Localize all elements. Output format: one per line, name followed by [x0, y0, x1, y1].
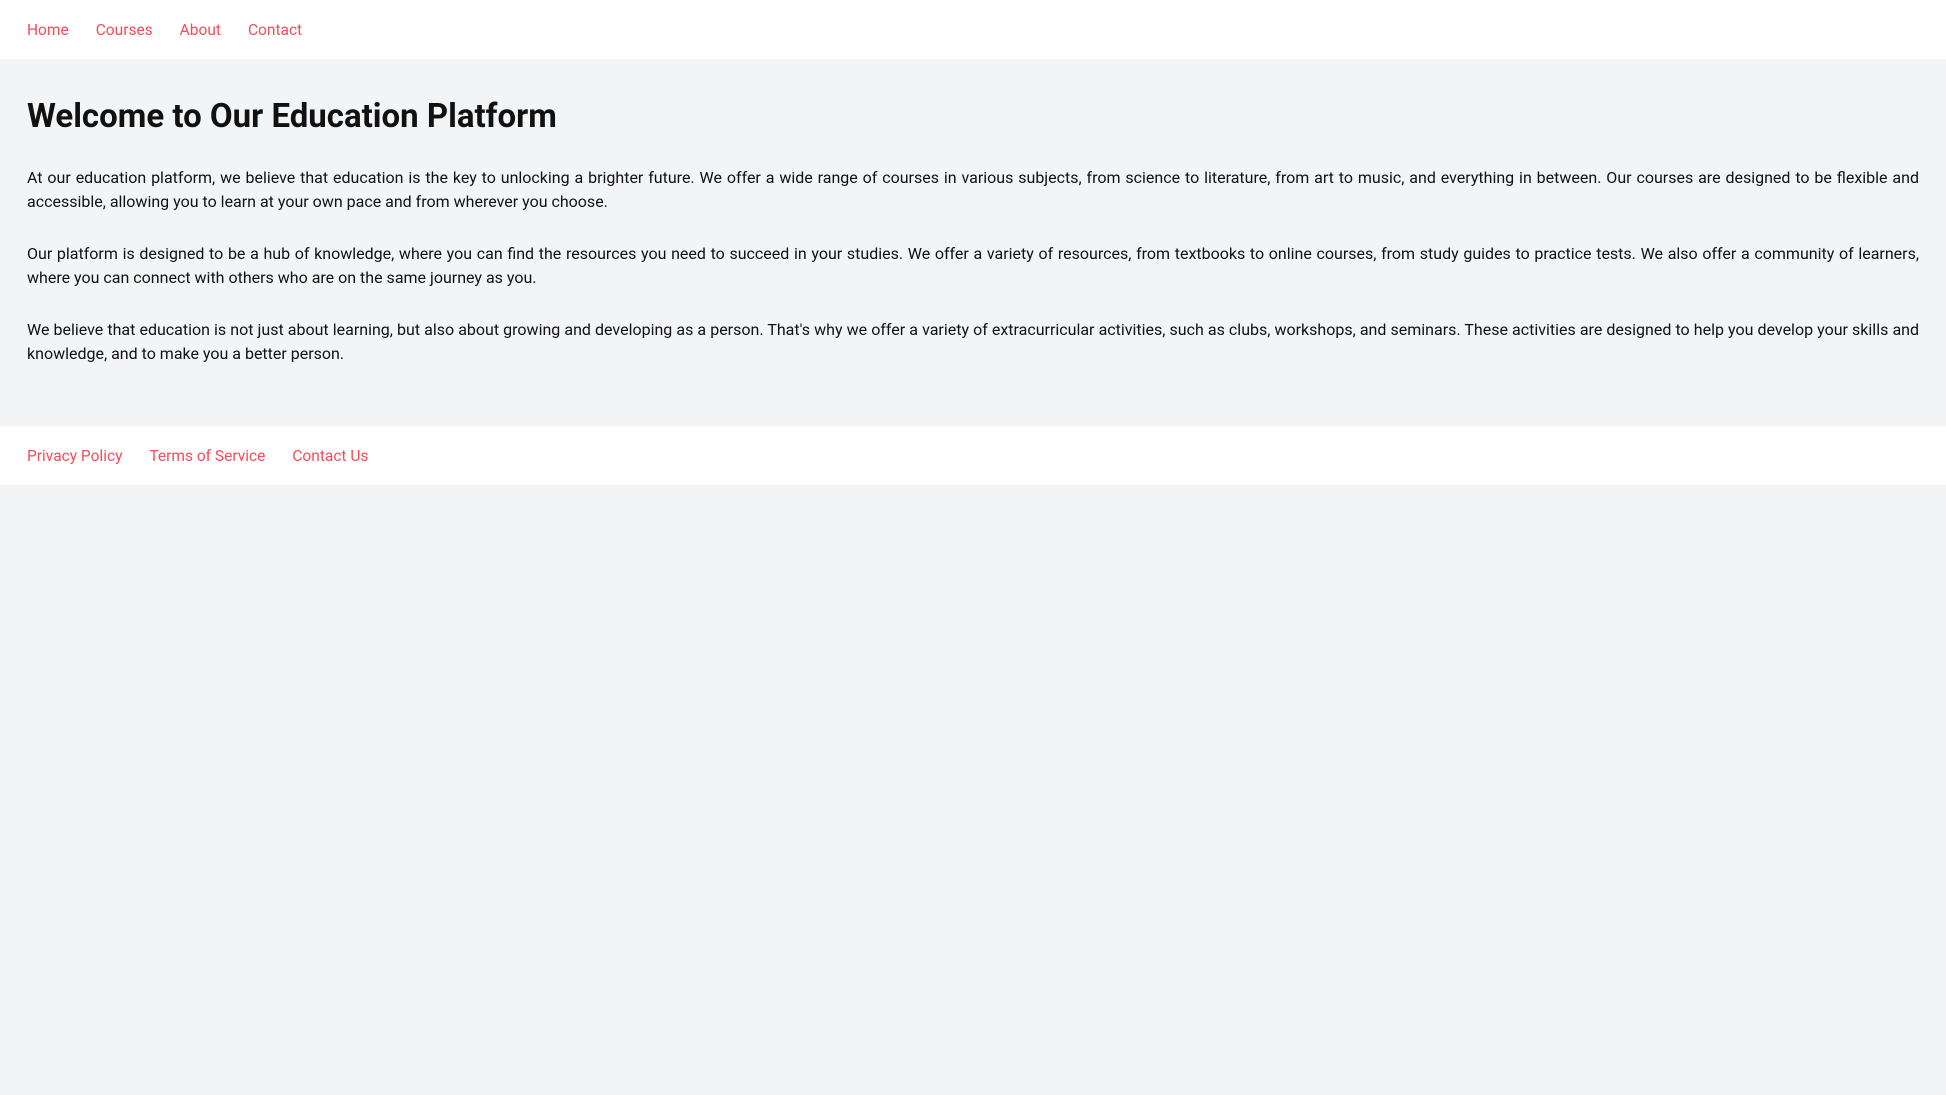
main-content: Welcome to Our Education Platform At our…: [0, 59, 1946, 426]
nav-item-courses[interactable]: Courses: [96, 20, 153, 39]
footer-list: Privacy Policy Terms of Service Contact …: [27, 446, 1919, 465]
intro-paragraph-2: Our platform is designed to be a hub of …: [27, 242, 1919, 290]
nav-link-courses[interactable]: Courses: [96, 21, 153, 39]
nav-link-contact[interactable]: Contact: [248, 21, 302, 39]
footer-item-privacy[interactable]: Privacy Policy: [27, 446, 122, 465]
nav-link-home[interactable]: Home: [27, 21, 69, 39]
nav-item-about[interactable]: About: [180, 20, 221, 39]
footer-link-terms[interactable]: Terms of Service: [149, 447, 265, 465]
nav-item-contact[interactable]: Contact: [248, 20, 302, 39]
footer-link-privacy[interactable]: Privacy Policy: [27, 447, 122, 465]
nav-link-about[interactable]: About: [180, 21, 221, 39]
intro-paragraph-3: We believe that education is not just ab…: [27, 318, 1919, 366]
nav-item-home[interactable]: Home: [27, 20, 69, 39]
nav-list: Home Courses About Contact: [27, 20, 1919, 39]
footer: Privacy Policy Terms of Service Contact …: [0, 426, 1946, 485]
footer-item-terms[interactable]: Terms of Service: [149, 446, 265, 465]
intro-paragraph-1: At our education platform, we believe th…: [27, 166, 1919, 214]
top-navigation: Home Courses About Contact: [0, 0, 1946, 59]
page-title: Welcome to Our Education Platform: [27, 97, 1919, 136]
footer-link-contact[interactable]: Contact Us: [292, 447, 368, 465]
footer-item-contact[interactable]: Contact Us: [292, 446, 368, 465]
